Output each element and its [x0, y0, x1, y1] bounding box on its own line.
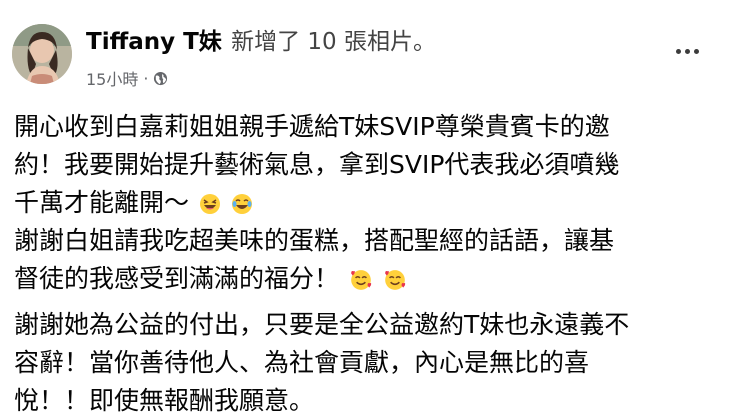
post-paragraph-2: 謝謝她為公益的付出，只要是全公益邀約T妹也永遠義不 容辭！當你善待他人、為社會貢…	[14, 306, 724, 420]
text-line-with-emoji: 督徒的我感受到滿滿的福分！	[14, 260, 724, 298]
smiling-face-with-hearts-emoji	[351, 270, 372, 290]
avatar-photo	[12, 24, 72, 84]
author-name-link[interactable]: Tiffany T妹	[86, 29, 222, 55]
text-line: 千萬才能離開～	[14, 188, 190, 217]
text-line: 開心收到白嘉莉姐姐親手遞給T妹SVIP尊榮貴賓卡的邀	[14, 112, 610, 141]
laughing-emoji	[199, 194, 220, 214]
more-options-button[interactable]	[672, 38, 702, 64]
text-line: 容辭！當你善待他人、為社會貢獻，內心是無比的喜	[14, 348, 590, 377]
text-line: 督徒的我感受到滿滿的福分！	[14, 264, 340, 293]
laughing-tears-emoji	[231, 194, 252, 214]
text-line: 謝謝白姐請我吃超美味的蛋糕，搭配聖經的話語，讓基	[14, 226, 615, 255]
facebook-post: Tiffany T妹 新增了 10 張相片。 15小時 · 開心收到白嘉莉姐姐親…	[0, 0, 731, 420]
text-line-with-emoji: 千萬才能離開～	[14, 184, 724, 222]
post-action-text: 新增了 10 張相片。	[231, 29, 436, 55]
meta-separator: ·	[143, 68, 149, 88]
text-line: 約！我要開始提升藝術氣息，拿到SVIP代表我必須噴幾	[14, 150, 620, 179]
post-meta: 15小時 ·	[86, 66, 168, 90]
post-paragraph-1: 開心收到白嘉莉姐姐親手遞給T妹SVIP尊榮貴賓卡的邀 約！我要開始提升藝術氣息，…	[14, 108, 724, 298]
public-globe-icon[interactable]	[153, 71, 168, 86]
smiling-face-with-hearts-emoji	[385, 270, 406, 290]
text-line: 悅！！即使無報酬我願意。	[14, 386, 315, 415]
more-horizontal-icon	[675, 48, 681, 54]
text-line: 謝謝她為公益的付出，只要是全公益邀約T妹也永遠義不	[14, 310, 630, 339]
post-header: Tiffany T妹 新增了 10 張相片。	[86, 26, 436, 58]
author-avatar[interactable]	[12, 24, 72, 84]
post-timestamp[interactable]: 15小時	[86, 66, 138, 90]
